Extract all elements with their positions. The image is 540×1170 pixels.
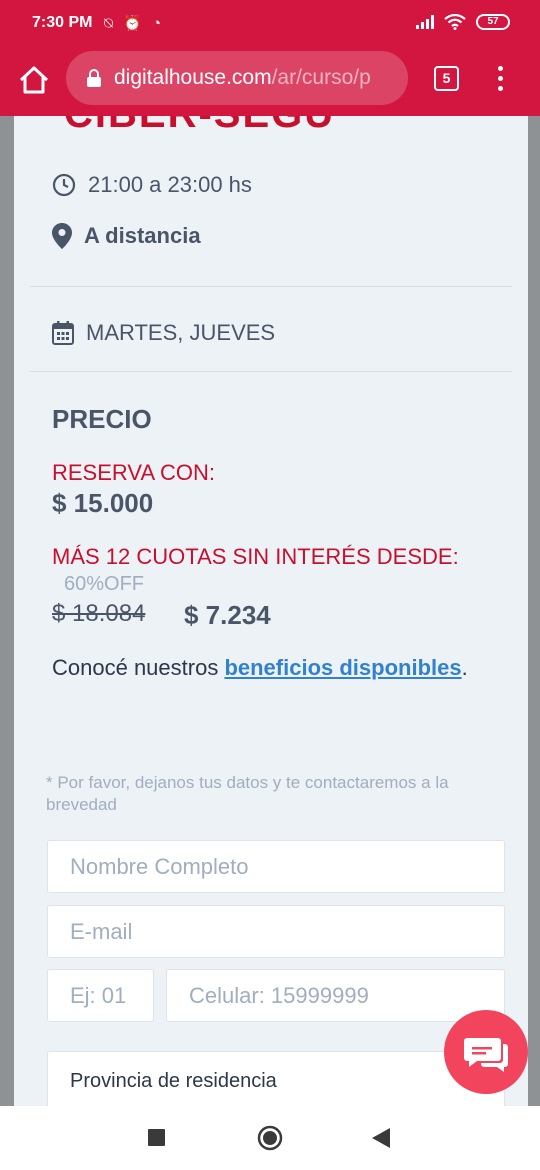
url-domain: digitalhouse.com	[114, 66, 272, 89]
status-time: 7:30 PM	[32, 14, 93, 31]
divider	[30, 286, 512, 287]
location-pin-icon	[52, 223, 72, 249]
browser-toolbar: digitalhouse.com/ar/curso/p 5	[0, 48, 540, 116]
name-input[interactable]: Nombre Completo	[47, 840, 505, 893]
lock-icon	[87, 69, 101, 87]
tabs-button[interactable]: 5	[434, 66, 459, 91]
old-price: $ 18.084	[52, 600, 146, 627]
schedule-row: 21:00 a 23:00 hs	[52, 172, 252, 198]
benefits-suffix: .	[461, 655, 468, 680]
discount-label: 60%OFF	[64, 573, 145, 595]
modality-text: A distancia	[84, 223, 201, 248]
home-circle-icon[interactable]	[257, 1125, 283, 1151]
navigation-bar	[0, 1106, 540, 1170]
divider	[30, 371, 512, 372]
url-path: /ar/curso/p	[271, 66, 371, 89]
schedule-text: 21:00 a 23:00 hs	[88, 172, 252, 197]
title-clip: CIBER-SEGU	[14, 116, 528, 136]
benefits-prefix: Conocé nuestros	[52, 655, 225, 680]
days-text: MARTES, JUEVES	[86, 320, 276, 345]
more-menu-icon[interactable]	[496, 66, 504, 94]
new-price: $ 7.234	[184, 600, 271, 630]
back-icon[interactable]	[372, 1128, 390, 1148]
area-code-input[interactable]: Ej: 01	[47, 969, 154, 1022]
chat-icon	[464, 1038, 508, 1072]
price-heading: PRECIO	[52, 404, 152, 434]
reserve-amount: $ 15.000	[52, 488, 154, 518]
address-bar[interactable]: digitalhouse.com/ar/curso/p	[66, 51, 408, 105]
wifi-icon	[444, 14, 466, 30]
days-row: MARTES, JUEVES	[52, 320, 275, 346]
notification-icons: ⍉ ⏰ ◔	[104, 15, 165, 32]
battery-icon: 57	[476, 14, 510, 30]
email-input[interactable]: E-mail	[47, 905, 505, 958]
province-select[interactable]: Provincia de residencia	[47, 1051, 505, 1111]
benefits-link[interactable]: beneficios disponibles	[224, 655, 461, 680]
course-card: CIBER-SEGU 21:00 a 23:00 hs A distancia …	[14, 116, 528, 1111]
home-icon[interactable]	[18, 64, 50, 96]
reserve-label: RESERVA CON:	[52, 460, 216, 485]
modality-row: A distancia	[52, 223, 201, 249]
benefits-text: Conocé nuestros beneficios disponibles.	[52, 653, 472, 682]
chat-button[interactable]	[444, 1010, 528, 1094]
calendar-icon	[52, 321, 74, 345]
signal-icon	[416, 15, 434, 29]
form-note: * Por favor, dejanos tus datos y te cont…	[46, 773, 449, 814]
course-title: CIBER-SEGU	[64, 116, 335, 136]
status-bar: 7:30 PM ⍉ ⏰ ◔ 57	[0, 0, 540, 48]
installments-label: MÁS 12 CUOTAS SIN INTERÉS DESDE:	[52, 544, 459, 569]
system-icons: 57	[416, 14, 510, 30]
url-text: digitalhouse.com/ar/curso/p	[114, 66, 371, 90]
clock-icon	[52, 173, 76, 197]
recents-icon[interactable]	[148, 1129, 165, 1146]
